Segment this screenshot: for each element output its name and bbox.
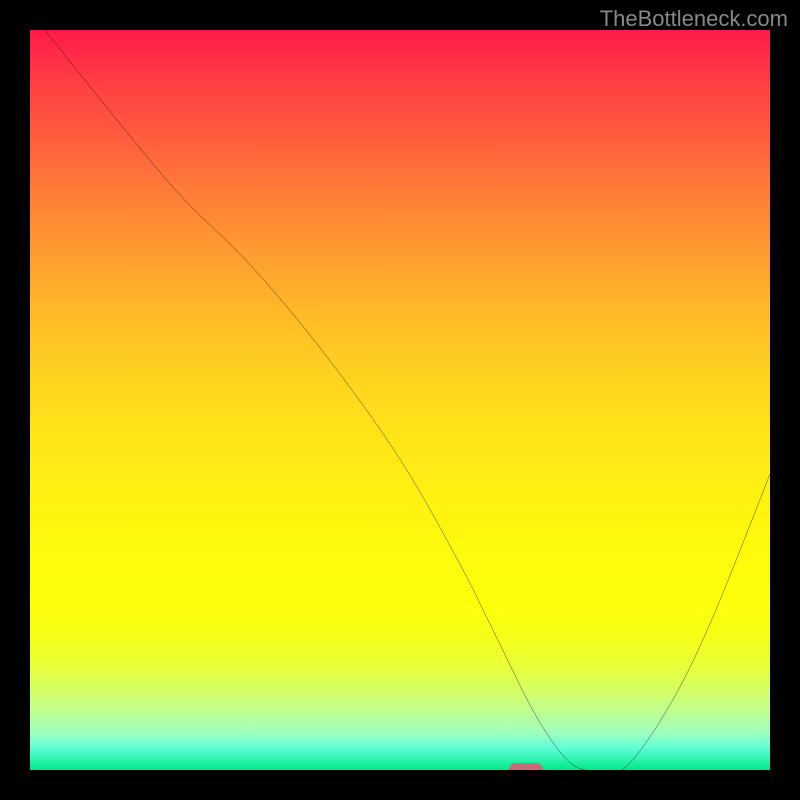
plot-area: [30, 30, 770, 770]
optimal-marker: [509, 763, 543, 770]
watermark-text: TheBottleneck.com: [600, 6, 788, 32]
bottleneck-curve: [30, 30, 770, 770]
